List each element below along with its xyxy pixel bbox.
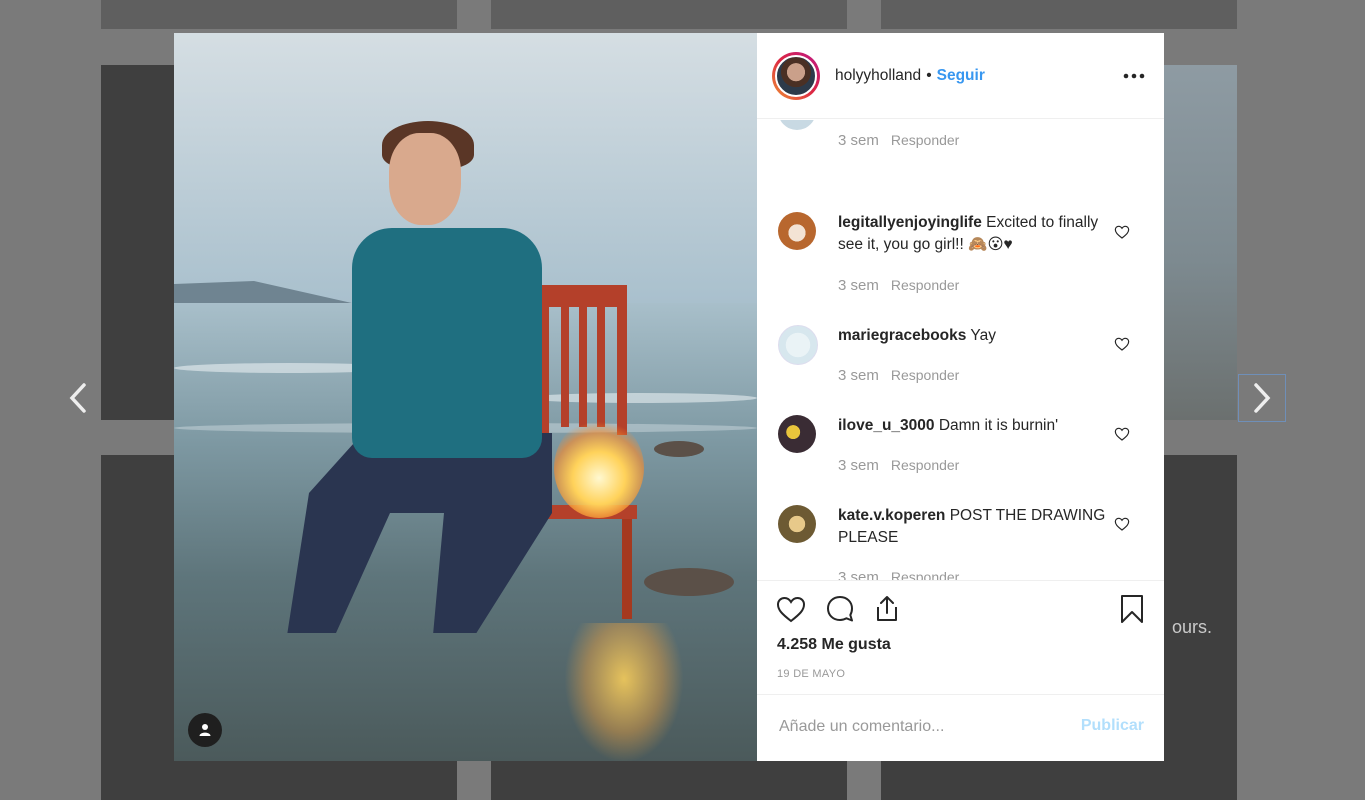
next-post-button[interactable]: [1238, 374, 1286, 422]
comment-time: 3 sem: [838, 569, 879, 580]
comment-time: 3 sem: [838, 457, 879, 474]
reply-button[interactable]: Responder: [891, 132, 960, 148]
comment-text: kate.v.koperen POST THE DRAWING PLEASE: [838, 505, 1108, 549]
comment-composer: Publicar: [757, 694, 1164, 761]
comment-meta: 3 sem Responder: [838, 132, 959, 149]
commenter-username[interactable]: legitallyenjoyinglife: [838, 214, 982, 231]
more-options-button[interactable]: [1122, 64, 1146, 88]
grid-thumbnail[interactable]: [491, 0, 847, 29]
grid-thumbnail[interactable]: [881, 0, 1237, 29]
actions-divider: [757, 580, 1164, 581]
comment-text: legitallyenjoyinglife Excited to finally…: [838, 212, 1108, 256]
post-modal: holyyholland • Seguir 3 sem Responder legit…: [174, 33, 1164, 761]
grid-thumbnail[interactable]: [101, 0, 457, 29]
comment-time: 3 sem: [838, 367, 879, 384]
add-comment-input[interactable]: [777, 717, 1061, 737]
comment-text: mariegracebooks Yay: [838, 325, 1108, 347]
comment-meta: 3 sem Responder: [838, 277, 959, 294]
grid-thumbnail[interactable]: [881, 761, 1164, 800]
like-count[interactable]: 4.258 Me gusta: [777, 636, 891, 654]
background-caption: ours.: [1172, 617, 1213, 637]
author-username[interactable]: holyyholland: [835, 67, 921, 84]
reply-button[interactable]: Responder: [891, 457, 960, 473]
bookmark-icon[interactable]: [1116, 593, 1148, 625]
commenter-avatar[interactable]: [778, 325, 818, 365]
comment-body: Yay: [970, 327, 996, 344]
post-side-panel: holyyholland • Seguir 3 sem Responder legit…: [757, 33, 1164, 761]
heart-icon[interactable]: [775, 593, 807, 625]
comment-time: 3 sem: [838, 132, 879, 149]
post-photo[interactable]: [174, 33, 757, 761]
commenter-avatar[interactable]: [778, 415, 816, 453]
user-tag-icon: [199, 724, 211, 736]
like-comment-icon[interactable]: [1114, 426, 1130, 442]
post-header: holyyholland • Seguir: [757, 33, 1164, 119]
commenter-username[interactable]: ilove_u_3000: [838, 417, 935, 434]
commenter-avatar[interactable]: [778, 505, 816, 543]
post-date: 19 DE MAYO: [777, 668, 846, 680]
chevron-right-icon: [1254, 383, 1271, 413]
share-icon[interactable]: [871, 593, 903, 625]
publish-comment-button[interactable]: Publicar: [1081, 717, 1144, 735]
comment-text: ilove_u_3000 Damn it is burnin': [838, 415, 1108, 437]
comment-time: 3 sem: [838, 277, 879, 294]
reply-button[interactable]: Responder: [891, 569, 960, 580]
reply-button[interactable]: Responder: [891, 367, 960, 383]
comment-body: Damn it is burnin': [938, 417, 1059, 434]
like-comment-icon[interactable]: [1114, 516, 1130, 532]
previous-post-button[interactable]: [55, 375, 101, 421]
commenter-avatar[interactable]: [778, 212, 816, 250]
like-comment-icon[interactable]: [1114, 336, 1130, 352]
grid-thumbnail[interactable]: [101, 65, 174, 420]
author-avatar[interactable]: [772, 51, 820, 100]
chevron-left-icon: [69, 383, 86, 413]
follow-button[interactable]: Seguir: [937, 67, 985, 84]
commenter-username[interactable]: kate.v.koperen: [838, 507, 945, 524]
commenter-avatar[interactable]: [778, 120, 816, 130]
grid-thumbnail[interactable]: [101, 455, 174, 800]
grid-thumbnail[interactable]: [491, 761, 847, 800]
comment-meta: 3 sem Responder: [838, 457, 959, 474]
commenter-username[interactable]: mariegracebooks: [838, 327, 966, 344]
grid-thumbnail[interactable]: [1164, 65, 1237, 420]
grid-thumbnail[interactable]: [174, 761, 457, 800]
comment-meta: 3 sem Responder: [838, 569, 959, 580]
comment-meta: 3 sem Responder: [838, 367, 959, 384]
like-comment-icon[interactable]: [1114, 224, 1130, 240]
more-options-icon: [1123, 73, 1145, 79]
tagged-users-button[interactable]: [188, 713, 222, 747]
comment-list[interactable]: 3 sem Responder legitallyenjoyinglife Exc…: [757, 120, 1164, 580]
reply-button[interactable]: Responder: [891, 277, 960, 293]
comment-icon[interactable]: [824, 593, 856, 625]
